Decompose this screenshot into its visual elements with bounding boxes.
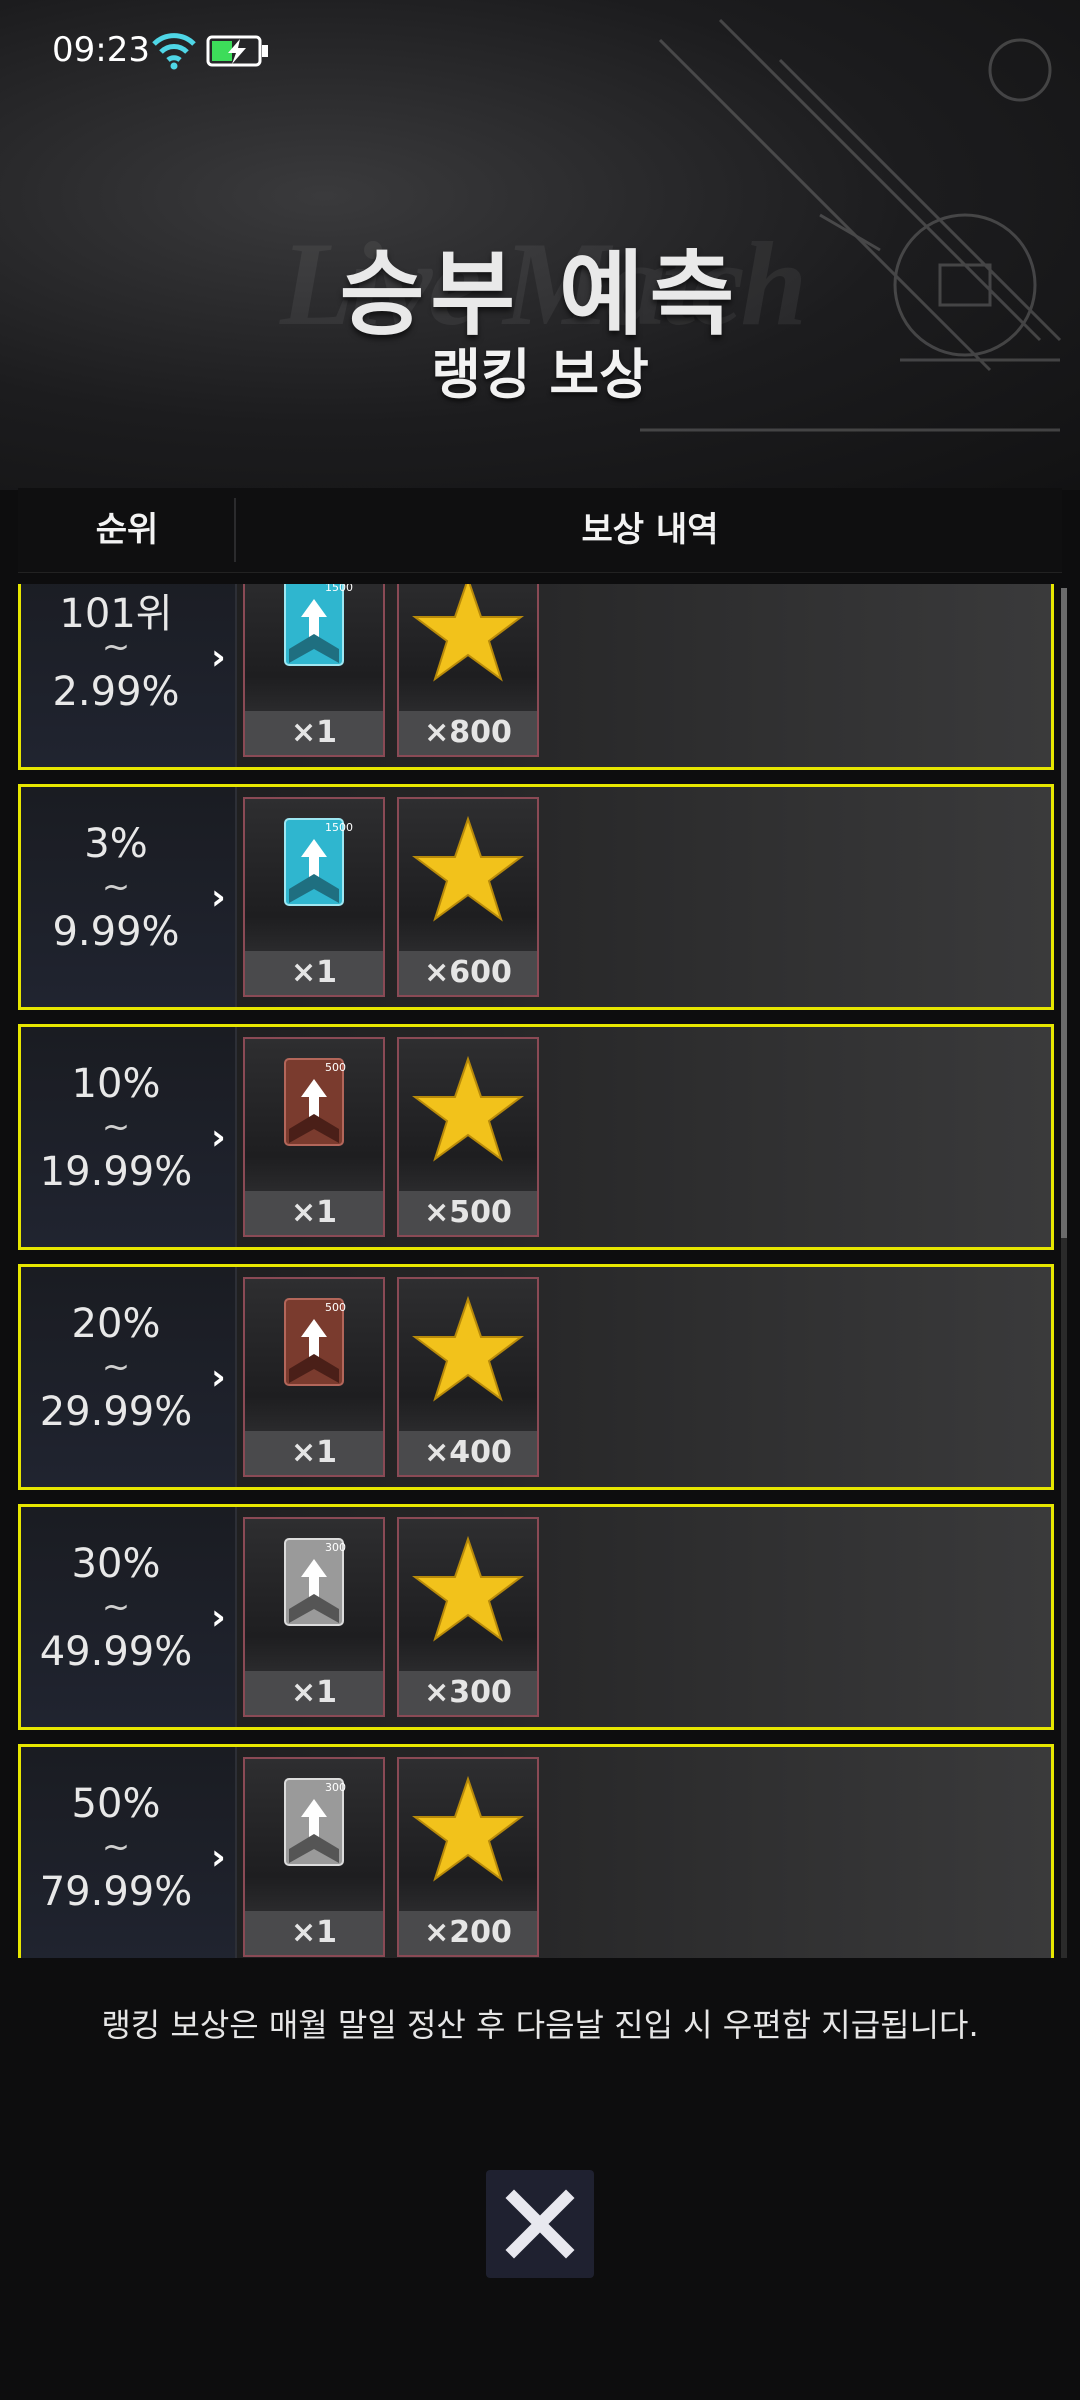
close-icon bbox=[505, 2189, 575, 2259]
rank-range: 10% ~ 19.99% › bbox=[21, 1027, 237, 1247]
rank-to: 79.99% bbox=[39, 1869, 193, 1915]
rank-range: 101위 ~ 2.99% › bbox=[21, 584, 237, 767]
star-quantity: ×500 bbox=[399, 1191, 537, 1235]
rank-range: 50% ~ 79.99% › bbox=[21, 1747, 237, 1958]
rank-tilde: ~ bbox=[101, 1347, 131, 1387]
upgrade-card-icon: 300 bbox=[284, 1778, 346, 1866]
upgrade-card-icon: 1500 bbox=[284, 818, 353, 906]
reward-card-item[interactable]: 500 ×1 bbox=[243, 1277, 385, 1477]
rank-range: 30% ~ 49.99% › bbox=[21, 1507, 237, 1727]
header-divider bbox=[234, 498, 236, 562]
card-tier-label: 1500 bbox=[325, 821, 353, 834]
reward-star-item[interactable]: ×200 bbox=[397, 1757, 539, 1957]
chevron-right-icon: › bbox=[211, 877, 226, 918]
table-header: 순위 보상 내역 bbox=[18, 488, 1062, 573]
reward-star-item[interactable]: ×400 bbox=[397, 1277, 539, 1477]
star-icon bbox=[412, 584, 524, 682]
rank-range: 20% ~ 29.99% › bbox=[21, 1267, 237, 1487]
star-icon bbox=[412, 1775, 524, 1882]
status-time: 09:23 bbox=[52, 30, 150, 70]
reward-row: 10% ~ 19.99% › 500 ×1 ×500 bbox=[18, 1024, 1054, 1250]
reward-card-item[interactable]: 1500 ×1 bbox=[243, 797, 385, 997]
chevron-right-icon: › bbox=[211, 1357, 226, 1398]
rank-from: 3% bbox=[84, 821, 148, 867]
card-quantity: ×1 bbox=[245, 1431, 383, 1475]
upgrade-card-icon: 300 bbox=[284, 1538, 346, 1626]
card-tier-label: 500 bbox=[325, 1061, 346, 1074]
reward-card-item[interactable]: 300 ×1 bbox=[243, 1757, 385, 1957]
reward-card-item[interactable]: 1500 ×1 bbox=[243, 584, 385, 757]
rank-from: 50% bbox=[71, 1781, 161, 1827]
rank-to: 2.99% bbox=[52, 669, 180, 715]
star-quantity: ×400 bbox=[399, 1431, 537, 1475]
chevron-right-icon: › bbox=[211, 1597, 226, 1638]
rank-tilde: ~ bbox=[101, 1587, 131, 1627]
page-subtitle: 랭킹 보상 bbox=[431, 343, 649, 406]
chevron-right-icon: › bbox=[211, 1837, 226, 1878]
star-quantity: ×800 bbox=[399, 711, 537, 755]
rank-tilde: ~ bbox=[101, 867, 131, 907]
reward-card-item[interactable]: 300 ×1 bbox=[243, 1517, 385, 1717]
rank-from: 10% bbox=[71, 1061, 161, 1107]
upgrade-card-icon: 500 bbox=[284, 1058, 346, 1146]
reward-row: 50% ~ 79.99% › 300 ×1 ×200 bbox=[18, 1744, 1054, 1958]
reward-notice: 랭킹 보상은 매월 말일 정산 후 다음날 진입 시 우편함 지급됩니다. bbox=[101, 2006, 979, 2044]
reward-star-item[interactable]: ×800 bbox=[397, 584, 539, 757]
card-tier-label: 1500 bbox=[325, 584, 353, 594]
rank-tilde: ~ bbox=[101, 627, 131, 667]
reward-row: 30% ~ 49.99% › 300 ×1 ×300 bbox=[18, 1504, 1054, 1730]
scrollbar[interactable] bbox=[1061, 588, 1067, 1958]
star-icon bbox=[412, 815, 524, 922]
rank-range: 3% ~ 9.99% › bbox=[21, 787, 237, 1007]
reward-star-item[interactable]: ×300 bbox=[397, 1517, 539, 1717]
card-quantity: ×1 bbox=[245, 711, 383, 755]
reward-row: 101위 ~ 2.99% › 1500 ×1 ×800 bbox=[18, 584, 1054, 770]
reward-row: 20% ~ 29.99% › 500 ×1 ×400 bbox=[18, 1264, 1054, 1490]
card-quantity: ×1 bbox=[245, 1911, 383, 1955]
star-icon bbox=[412, 1535, 524, 1642]
reward-column-header: 보상 내역 bbox=[581, 510, 719, 550]
reward-star-item[interactable]: ×500 bbox=[397, 1037, 539, 1237]
rank-to: 9.99% bbox=[52, 909, 180, 955]
rank-to: 19.99% bbox=[39, 1149, 193, 1195]
reward-star-item[interactable]: ×600 bbox=[397, 797, 539, 997]
reward-row: 3% ~ 9.99% › 1500 ×1 ×600 bbox=[18, 784, 1054, 1010]
star-quantity: ×300 bbox=[399, 1671, 537, 1715]
chevron-right-icon: › bbox=[211, 637, 226, 678]
card-tier-label: 300 bbox=[325, 1541, 346, 1554]
upgrade-card-icon: 500 bbox=[284, 1298, 346, 1386]
battery-charging-icon bbox=[206, 35, 268, 67]
rank-to: 49.99% bbox=[39, 1629, 193, 1675]
close-button[interactable] bbox=[486, 2170, 594, 2278]
card-quantity: ×1 bbox=[245, 1191, 383, 1235]
rank-tilde: ~ bbox=[101, 1827, 131, 1867]
reward-card-item[interactable]: 500 ×1 bbox=[243, 1037, 385, 1237]
card-quantity: ×1 bbox=[245, 1671, 383, 1715]
star-quantity: ×200 bbox=[399, 1911, 537, 1955]
rank-to: 29.99% bbox=[39, 1389, 193, 1435]
status-bar: 09:23 bbox=[0, 0, 1080, 100]
card-tier-label: 500 bbox=[325, 1301, 346, 1314]
rank-from: 20% bbox=[71, 1301, 161, 1347]
star-icon bbox=[412, 1295, 524, 1402]
star-icon bbox=[412, 1055, 524, 1162]
rank-from: 30% bbox=[71, 1541, 161, 1587]
upgrade-card-icon: 1500 bbox=[284, 584, 353, 666]
card-tier-label: 300 bbox=[325, 1781, 346, 1794]
reward-list[interactable]: 101위 ~ 2.99% › 1500 ×1 ×800 3% ~ 9.99% ›… bbox=[18, 584, 1062, 1958]
star-quantity: ×600 bbox=[399, 951, 537, 995]
wifi-icon bbox=[152, 33, 196, 70]
chevron-right-icon: › bbox=[211, 1117, 226, 1158]
card-quantity: ×1 bbox=[245, 951, 383, 995]
rank-column-header: 순위 bbox=[95, 510, 159, 550]
rank-tilde: ~ bbox=[101, 1107, 131, 1147]
scrollbar-thumb[interactable] bbox=[1061, 588, 1067, 1238]
